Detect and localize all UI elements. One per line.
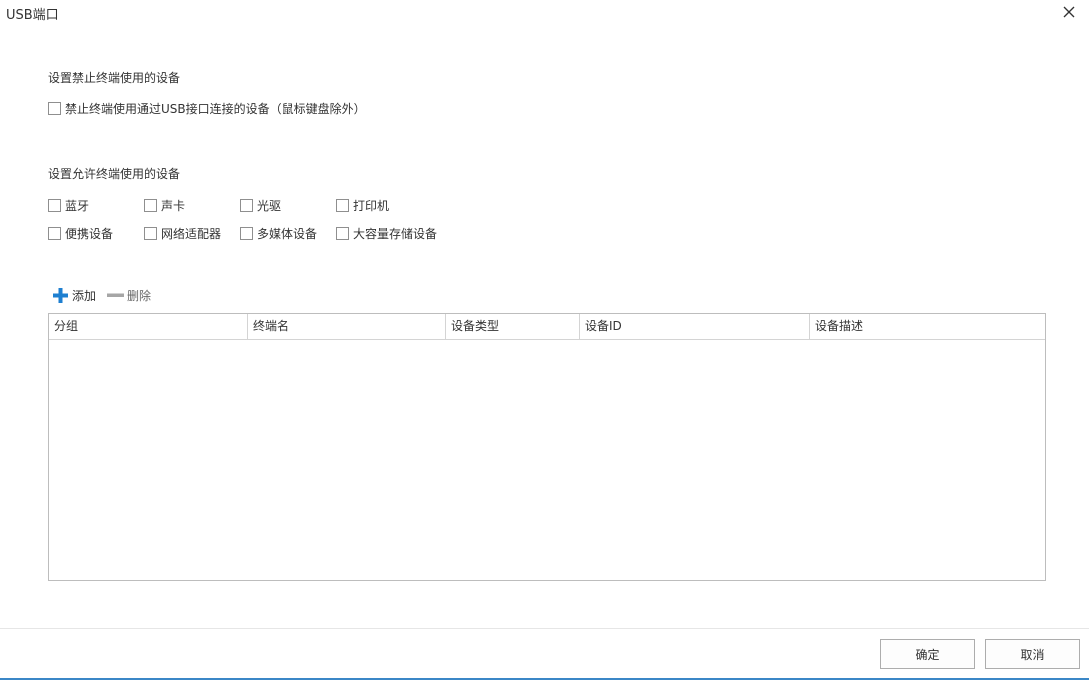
table-header: 分组 终端名 设备类型 设备ID 设备描述	[49, 314, 1045, 340]
device-table[interactable]: 分组 终端名 设备类型 设备ID 设备描述	[48, 313, 1046, 581]
checkbox-label: 打印机	[353, 198, 390, 213]
column-header-device-type[interactable]: 设备类型	[445, 314, 579, 339]
checkbox-portable-device[interactable]: 便携设备	[48, 225, 113, 241]
column-header-device-description[interactable]: 设备描述	[809, 314, 1045, 339]
close-icon	[1063, 6, 1075, 18]
forbid-section-label: 设置禁止终端使用的设备	[48, 71, 181, 85]
column-header-terminal-name[interactable]: 终端名	[247, 314, 445, 339]
plus-icon	[53, 287, 68, 303]
checkbox-box[interactable]	[144, 226, 157, 240]
checkbox-sound-card[interactable]: 声卡	[144, 197, 185, 213]
add-button[interactable]: 添加	[52, 286, 96, 304]
checkbox-box[interactable]	[336, 226, 349, 240]
minus-icon	[107, 293, 124, 297]
checkbox-label: 便携设备	[65, 226, 114, 241]
checkbox-label: 多媒体设备	[257, 226, 318, 241]
checkbox-label: 大容量存储设备	[353, 226, 438, 241]
checkbox-label: 禁止终端使用通过USB接口连接的设备（鼠标键盘除外）	[65, 101, 366, 116]
window-title: USB端口	[6, 8, 59, 23]
delete-button[interactable]: 删除	[107, 286, 151, 304]
checkbox-printer[interactable]: 打印机	[336, 197, 389, 213]
checkbox-network-adapter[interactable]: 网络适配器	[144, 225, 221, 241]
add-label: 添加	[72, 288, 97, 303]
checkbox-bluetooth[interactable]: 蓝牙	[48, 197, 89, 213]
checkbox-label: 光驱	[257, 198, 282, 213]
checkbox-box[interactable]	[48, 198, 61, 212]
checkbox-box[interactable]	[336, 198, 349, 212]
checkbox-optical-drive[interactable]: 光驱	[240, 197, 281, 213]
checkbox-label: 蓝牙	[65, 198, 90, 213]
allow-section-label: 设置允许终端使用的设备	[48, 167, 181, 181]
checkbox-mass-storage[interactable]: 大容量存储设备	[336, 225, 437, 241]
table-body	[49, 340, 1045, 580]
forbid-usb-checkbox[interactable]: 禁止终端使用通过USB接口连接的设备（鼠标键盘除外）	[48, 100, 366, 116]
checkbox-box[interactable]	[144, 198, 157, 212]
checkbox-multimedia-device[interactable]: 多媒体设备	[240, 225, 317, 241]
checkbox-box[interactable]	[48, 101, 61, 115]
footer-divider	[0, 628, 1089, 629]
cancel-button[interactable]: 取消	[985, 639, 1080, 669]
checkbox-box[interactable]	[240, 198, 253, 212]
column-header-group[interactable]: 分组	[49, 314, 247, 339]
ok-button[interactable]: 确定	[880, 639, 975, 669]
checkbox-box[interactable]	[48, 226, 61, 240]
checkbox-box[interactable]	[240, 226, 253, 240]
delete-label: 删除	[127, 288, 152, 303]
close-button[interactable]	[1061, 4, 1077, 20]
title-bar: USB端口	[0, 0, 1089, 26]
checkbox-label: 声卡	[161, 198, 186, 213]
column-header-device-id[interactable]: 设备ID	[579, 314, 809, 339]
checkbox-label: 网络适配器	[161, 226, 222, 241]
